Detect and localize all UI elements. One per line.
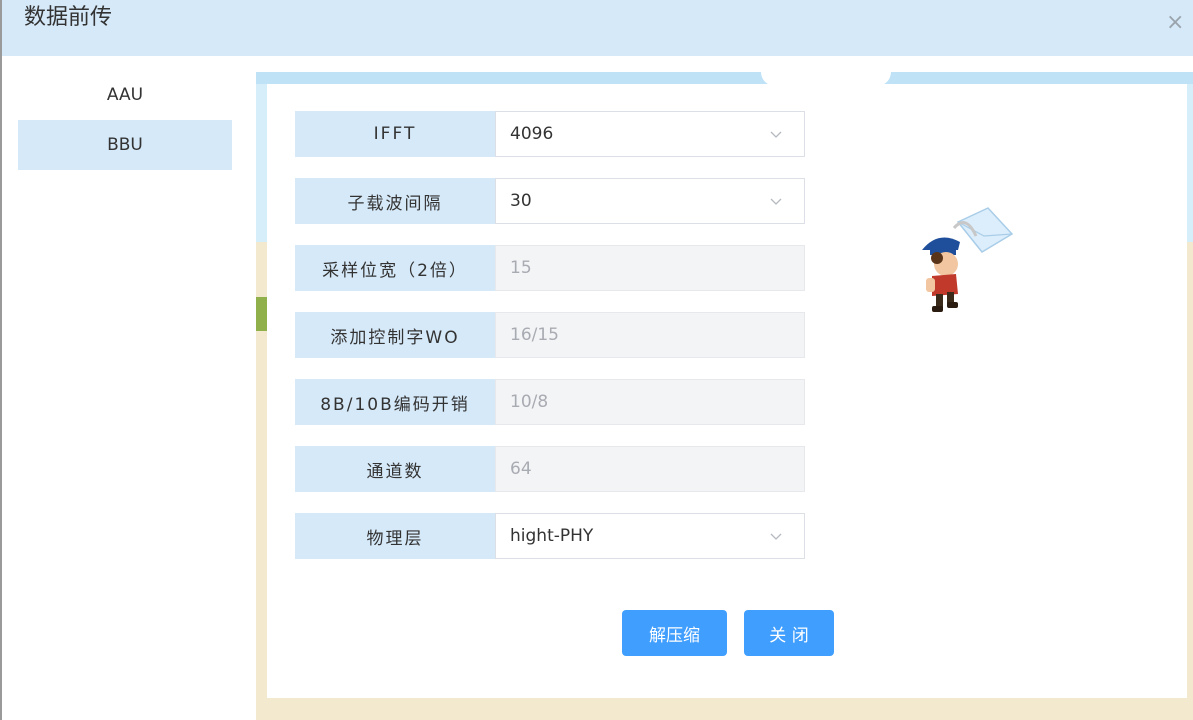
dialog-title: 数据前传 xyxy=(24,5,113,30)
form-row-control-word: 添加控制字WO 16/15 xyxy=(295,312,805,358)
form-row-ifft: IFFT 4096 xyxy=(295,111,805,157)
chevron-down-icon xyxy=(770,198,782,205)
form-row-encoding-overhead: 8B/10B编码开销 10/8 xyxy=(295,379,805,425)
encoding-overhead-field: 10/8 xyxy=(495,379,805,425)
physical-layer-label: 物理层 xyxy=(295,513,495,559)
form-row-subcarrier-spacing: 子载波间隔 30 xyxy=(295,178,805,224)
sky-band xyxy=(256,72,1193,84)
chevron-down-icon xyxy=(770,533,782,540)
close-button[interactable]: 关 闭 xyxy=(744,610,834,656)
decompress-button[interactable]: 解压缩 xyxy=(622,610,727,656)
ifft-value: 4096 xyxy=(510,124,554,144)
sidebar-item-bbu[interactable]: BBU xyxy=(18,120,232,170)
channel-count-field: 64 xyxy=(495,446,805,492)
sidebar-item-aau[interactable]: AAU xyxy=(18,70,232,120)
sidebar: AAU BBU xyxy=(18,70,232,170)
encoding-overhead-label: 8B/10B编码开销 xyxy=(295,379,495,425)
encoding-overhead-value: 10/8 xyxy=(510,392,549,412)
dialog-header: 数据前传 × xyxy=(2,0,1193,56)
form-row-sample-bit-width: 采样位宽（2倍） 15 xyxy=(295,245,805,291)
sample-bit-width-label: 采样位宽（2倍） xyxy=(295,245,495,291)
sample-bit-width-value: 15 xyxy=(510,258,532,278)
channel-count-value: 64 xyxy=(510,459,532,479)
control-word-label: 添加控制字WO xyxy=(295,312,495,358)
control-word-value: 16/15 xyxy=(510,325,559,345)
data-fronthaul-dialog: 数据前传 × AAU BBU IFFT 4096 子载波间隔 30 采样位宽（2… xyxy=(0,0,1193,720)
mail-carrier-illustration xyxy=(922,207,1014,312)
control-word-field: 16/15 xyxy=(495,312,805,358)
subcarrier-spacing-select[interactable]: 30 xyxy=(495,178,805,224)
physical-layer-select[interactable]: hight-PHY xyxy=(495,513,805,559)
form-row-channel-count: 通道数 64 xyxy=(295,446,805,492)
physical-layer-value: hight-PHY xyxy=(510,526,594,546)
subcarrier-spacing-label: 子载波间隔 xyxy=(295,178,495,224)
form-row-physical-layer: 物理层 hight-PHY xyxy=(295,513,805,559)
close-icon[interactable]: × xyxy=(1166,11,1184,35)
ifft-select[interactable]: 4096 xyxy=(495,111,805,157)
subcarrier-spacing-value: 30 xyxy=(510,191,532,211)
sample-bit-width-field: 15 xyxy=(495,245,805,291)
channel-count-label: 通道数 xyxy=(295,446,495,492)
ifft-label: IFFT xyxy=(295,111,495,157)
chevron-down-icon xyxy=(770,131,782,138)
